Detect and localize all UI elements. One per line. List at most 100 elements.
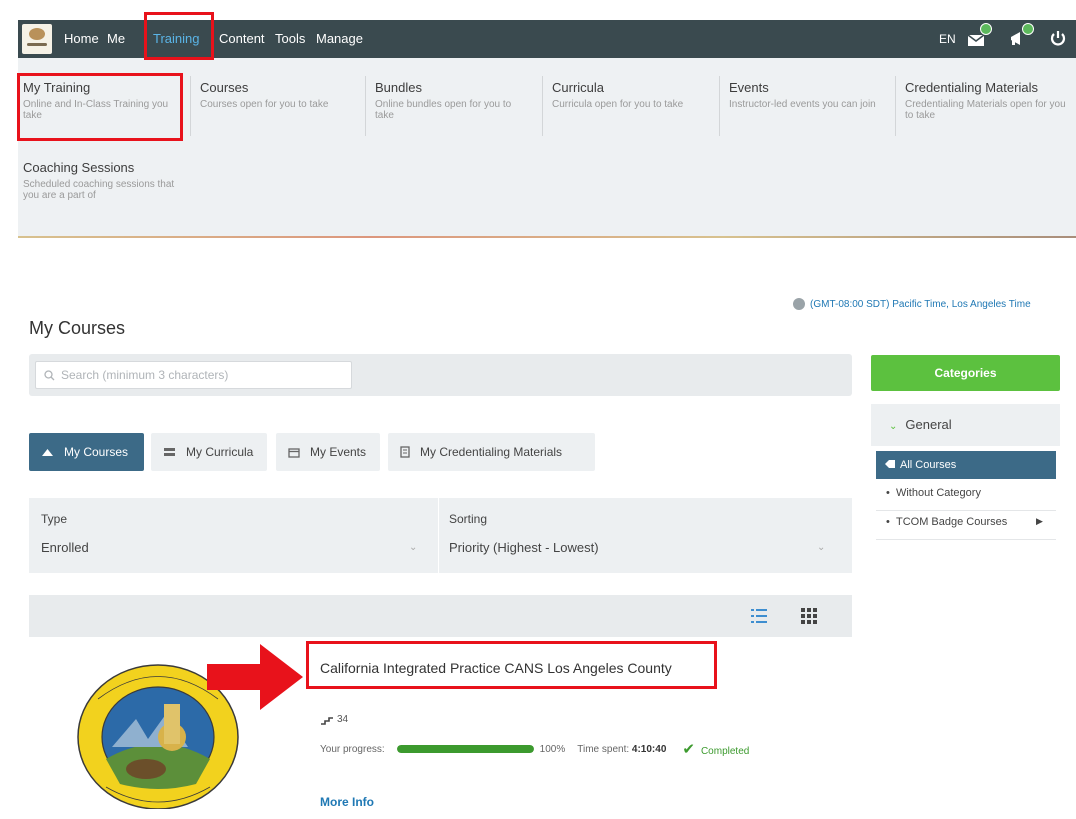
check-icon: ✔: [682, 741, 695, 758]
status-label: Completed: [700, 746, 750, 757]
timezone-link[interactable]: (GMT-08:00 SDT) Pacific Time, Los Angele…: [793, 298, 1031, 310]
sorting-select[interactable]: Priority (Highest - Lowest) ⌄: [449, 538, 839, 562]
tab-my-courses[interactable]: My Courses: [29, 433, 144, 471]
menu-item-title: Coaching Sessions: [23, 160, 135, 175]
menu-my-training[interactable]: My Training Online and In-Class Training…: [23, 80, 173, 121]
course-title-link[interactable]: California Integrated Practice CANS Los …: [320, 660, 672, 676]
search-placeholder: Search (minimum 3 characters): [61, 368, 229, 382]
category-without-category[interactable]: • Without Category: [876, 487, 1056, 511]
type-select[interactable]: Enrolled ⌄: [41, 538, 431, 562]
progress-value: 100%: [539, 743, 566, 755]
lesson-count-value: 34: [337, 714, 349, 725]
nav-training[interactable]: Training: [153, 31, 199, 46]
chevron-down-icon: ⌄: [889, 421, 898, 432]
menu-divider: [365, 76, 366, 136]
top-navigation-bar: Home Me Training Content Tools Manage EN: [18, 20, 1076, 58]
chevron-down-icon: ⌄: [817, 542, 826, 553]
category-label: Without Category: [895, 487, 981, 499]
timezone-label: (GMT-08:00 SDT) Pacific Time, Los Angele…: [810, 298, 1031, 310]
chevron-down-icon: ⌄: [409, 542, 418, 553]
grid-view-icon[interactable]: [801, 608, 817, 624]
list-view-icon[interactable]: [751, 608, 767, 624]
progress-label: Your progress:: [320, 743, 385, 755]
bullet-icon: •: [886, 516, 896, 528]
messages-badge: [980, 23, 992, 35]
search-bar: Search (minimum 3 characters): [29, 354, 852, 396]
menu-item-desc: Scheduled coaching sessions that you are…: [23, 179, 175, 201]
menu-events[interactable]: Events Instructor-led events you can joi…: [729, 80, 889, 110]
menu-credentialing-materials[interactable]: Credentialing Materials Credentialing Ma…: [905, 80, 1070, 121]
menu-divider: [542, 76, 543, 136]
menu-curricula[interactable]: Curricula Curricula open for you to take: [552, 80, 717, 110]
nav-manage[interactable]: Manage: [316, 31, 363, 46]
menu-item-desc: Courses open for you to take: [200, 99, 329, 110]
progress-fill: [396, 745, 534, 753]
menu-item-desc: Online and In-Class Training you take: [23, 99, 169, 121]
menu-divider: [719, 76, 720, 136]
document-icon: [400, 446, 410, 458]
lesson-count: 34: [320, 714, 348, 725]
category-tcom-badge-courses[interactable]: • TCOM Badge Courses ▶: [876, 516, 1056, 540]
search-input[interactable]: Search (minimum 3 characters): [35, 361, 352, 389]
menu-item-desc: Instructor-led events you can join: [729, 99, 876, 110]
tab-my-credentialing-materials[interactable]: My Credentialing Materials: [388, 433, 595, 471]
announcements-badge: [1022, 23, 1034, 35]
stairs-icon: [321, 716, 333, 725]
nav-content[interactable]: Content: [219, 31, 265, 46]
language-selector[interactable]: EN: [939, 32, 956, 46]
filters-panel: Type Enrolled ⌄ Sorting Priority (Highes…: [29, 498, 852, 573]
sorting-label: Sorting: [449, 512, 488, 526]
menu-divider: [190, 76, 191, 136]
caret-right-icon[interactable]: ▶: [1036, 516, 1043, 527]
menu-item-title: Courses: [200, 80, 249, 95]
logo-script-icon: [27, 43, 47, 46]
sorting-value: Priority (Highest - Lowest): [449, 540, 599, 555]
tag-icon: [885, 460, 895, 468]
menu-courses[interactable]: Courses Courses open for you to take: [200, 80, 355, 110]
arrow-right-icon: [207, 644, 303, 710]
bullet-icon: •: [886, 487, 896, 499]
view-toggle-bar: [29, 595, 852, 637]
time-spent: Time spent: 4:10:40: [577, 744, 666, 755]
menu-item-desc: Online bundles open for you to take: [375, 99, 512, 121]
category-all-courses[interactable]: All Courses: [876, 451, 1056, 479]
power-icon[interactable]: [1047, 27, 1069, 49]
menu-item-title: Events: [729, 80, 769, 95]
nav-tools[interactable]: Tools: [275, 31, 305, 46]
search-icon: [44, 369, 55, 380]
menu-item-title: Bundles: [375, 80, 422, 95]
tab-my-curricula[interactable]: My Curricula: [151, 433, 267, 471]
tab-label: My Credentialing Materials: [420, 445, 563, 459]
tab-my-events[interactable]: My Events: [276, 433, 380, 471]
app-logo[interactable]: [22, 24, 52, 54]
menu-coaching-sessions[interactable]: Coaching Sessions Scheduled coaching ses…: [23, 160, 178, 201]
page-title: My Courses: [29, 318, 126, 338]
progress-bar: [396, 745, 534, 753]
time-spent-label: Time spent:: [577, 743, 630, 755]
progress-row: Your progress: 100% Time spent: 4:10:40 …: [320, 740, 749, 758]
menu-divider: [895, 76, 896, 136]
category-group-general[interactable]: ⌄ General: [871, 404, 1060, 446]
type-label: Type: [41, 512, 68, 526]
training-mega-menu: My Training Online and In-Class Training…: [18, 58, 1076, 238]
tab-label: My Courses: [64, 445, 129, 459]
cloud-icon: [42, 449, 53, 456]
filter-divider: [438, 498, 439, 573]
category-label: TCOM Badge Courses: [895, 516, 1008, 528]
banner-strip: [18, 236, 1076, 238]
menu-bundles[interactable]: Bundles Online bundles open for you to t…: [375, 80, 530, 121]
status-badge: ✔ Completed: [682, 740, 749, 758]
menu-item-title: Curricula: [552, 80, 605, 95]
nav-home[interactable]: Home: [64, 31, 99, 46]
nav-me[interactable]: Me: [107, 31, 125, 46]
tab-label: My Events: [310, 445, 367, 459]
categories-button[interactable]: Categories: [871, 355, 1060, 391]
announcements-icon[interactable]: [1007, 23, 1034, 49]
more-info-link[interactable]: More Info: [320, 795, 374, 809]
menu-item-title: Credentialing Materials: [905, 80, 1038, 95]
messages-icon[interactable]: [965, 23, 992, 49]
globe-icon: [793, 298, 805, 310]
stack-icon: [164, 447, 175, 456]
type-value: Enrolled: [41, 540, 89, 555]
calendar-icon: [288, 447, 300, 458]
